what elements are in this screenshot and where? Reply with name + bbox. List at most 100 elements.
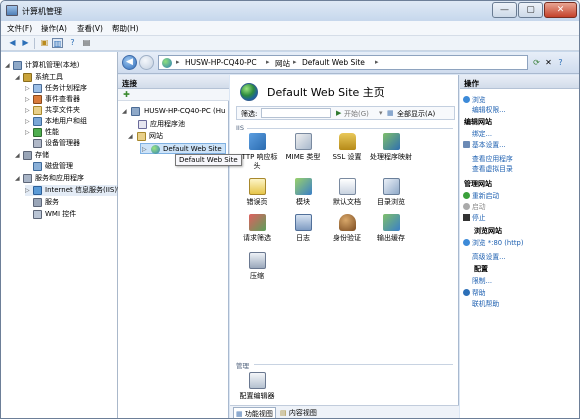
collapse-icon[interactable]: ◢ [128, 131, 133, 142]
stop-icon[interactable]: ✕ [543, 57, 554, 68]
toolbar-separator [34, 38, 35, 49]
expand-icon[interactable]: ▷ [25, 127, 30, 138]
conn-default-site[interactable]: ▷ Default Web Site [140, 143, 226, 154]
close-button[interactable]: ✕ [544, 2, 577, 18]
feature-label: 请求筛选 [243, 234, 271, 242]
feature-error-page[interactable]: 错误页 [236, 178, 278, 207]
filter-input[interactable] [261, 108, 331, 118]
connections-pane: 连接 ✚ ◢ HUSW-HP-CQ40-PC (Hu 应用程序池 ◢ 网站 ▷ [118, 75, 229, 418]
edit-site-heading: 编辑网站 [464, 118, 492, 126]
actions-header: 操作 [460, 75, 579, 89]
feature-output-cache[interactable]: 输出缓存 [370, 214, 412, 243]
help-icon[interactable]: ? [555, 57, 566, 68]
action-bindings[interactable]: 绑定... [472, 128, 492, 138]
collapse-icon[interactable]: ◢ [122, 106, 127, 117]
feature-label: 日志 [296, 234, 310, 242]
request-filter-icon [248, 214, 266, 231]
menu-file[interactable]: 文件(F) [7, 23, 32, 34]
action-online-help[interactable]: 联机帮助 [472, 298, 499, 308]
action-view-apps[interactable]: 查看应用程序 [472, 153, 513, 163]
tree-label: 计算机管理(本地) [25, 61, 80, 69]
action-browse-80[interactable]: 浏览 *:80 (http) [472, 237, 524, 247]
menu-action[interactable]: 操作(A) [41, 23, 67, 34]
expand-icon[interactable]: ▷ [25, 116, 30, 127]
show-tree-icon[interactable]: ▥ [52, 38, 63, 48]
expand-icon[interactable]: ▷ [25, 185, 30, 196]
back-arrow-icon[interactable]: ◀ [7, 38, 18, 48]
action-restart[interactable]: 重新启动 [472, 190, 499, 200]
tab-features-view[interactable]: ▦ 功能视图 [233, 407, 276, 418]
collapse-icon[interactable]: ◢ [15, 150, 20, 161]
actions-pane: 操作 浏览 编辑权限... 编辑网站 绑定... 基本设置... 查看应用程序 … [460, 75, 579, 418]
expand-icon[interactable]: ▷ [25, 94, 30, 105]
menu-help[interactable]: 帮助(H) [112, 23, 139, 34]
action-start[interactable]: 启动 [472, 201, 486, 211]
expand-icon[interactable]: ▷ [142, 144, 147, 155]
feature-label: MIME 类型 [285, 153, 321, 161]
refresh-icon[interactable]: ⟳ [531, 57, 542, 68]
help-icon[interactable]: ? [67, 38, 78, 48]
forward-arrow-icon[interactable]: ▶ [20, 38, 31, 48]
tree-label: 网站 [149, 132, 163, 140]
title-bar[interactable]: 计算机管理 — ▢ ✕ [1, 1, 579, 21]
action-limits[interactable]: 限制... [472, 275, 492, 285]
nav-back-button[interactable]: ◀ [122, 55, 137, 70]
maximize-button[interactable]: ▢ [518, 2, 543, 18]
crumb-sites[interactable]: 网站 [275, 58, 290, 69]
feature-lock[interactable]: SSL 设置 [326, 133, 368, 162]
up-folder-icon[interactable]: ▣ [39, 38, 50, 48]
connect-icon[interactable]: ✚ [121, 90, 132, 100]
expand-icon[interactable]: ▷ [25, 105, 30, 116]
tree-label: 系统工具 [35, 73, 63, 81]
start-icon [463, 203, 470, 210]
console-tree: ◢ 计算机管理(本地) ◢ 系统工具 ▷ 任务计划程序 ▷ 事件查看器 ▷ 共享文件夹 ▷ 本地用户和… [1, 52, 124, 418]
go-icon[interactable]: ▶ [336, 109, 341, 117]
minimize-button[interactable]: — [492, 2, 517, 18]
action-help[interactable]: 帮助 [472, 287, 486, 297]
connections-header: 连接 [118, 75, 229, 89]
manage-site-heading: 管理网站 [464, 180, 492, 188]
view-tabs: ▦ 功能视图 ▤ 内容视图 [230, 405, 459, 418]
go-button[interactable]: 开始(G) [344, 109, 369, 119]
feature-dir-browse[interactable]: 目录浏览 [370, 178, 412, 207]
http-headers-icon [248, 133, 266, 150]
collapse-icon[interactable]: ◢ [5, 60, 10, 71]
action-edit-permissions[interactable]: 编辑权限... [472, 104, 506, 114]
address-bar[interactable]: ▸ HUSW-HP-CQ40-PC ▸ 网站 ▸ Default Web Sit… [158, 55, 528, 70]
feature-default-doc[interactable]: 默认文档 [326, 178, 368, 207]
feature-modules[interactable]: 模块 [282, 178, 324, 207]
properties-icon[interactable]: ▤ [81, 38, 92, 48]
dropdown-icon[interactable]: ▾ [379, 109, 383, 117]
menu-view[interactable]: 查看(V) [77, 23, 103, 34]
collapse-icon[interactable]: ◢ [15, 72, 20, 83]
feature-compression[interactable]: 压缩 [236, 252, 278, 281]
feature-auth[interactable]: 身份验证 [326, 214, 368, 243]
tab-content-view[interactable]: ▤ 内容视图 [278, 407, 319, 418]
action-stop[interactable]: 停止 [472, 212, 486, 222]
feature-request-filter[interactable]: 请求筛选 [236, 214, 278, 243]
globe-icon [151, 145, 160, 154]
tree-label: 性能 [45, 128, 59, 136]
feature-label: 错误页 [246, 198, 268, 206]
help-icon [463, 289, 470, 296]
nav-forward-button[interactable] [139, 55, 154, 70]
feature-label: 输出缓存 [377, 234, 405, 242]
tree-iis[interactable]: ▷ Internet 信息服务(IIS)管 [25, 185, 124, 196]
feature-config-editor[interactable]: 配置编辑器 [236, 372, 278, 401]
action-advanced-settings[interactable]: 高级设置... [472, 251, 506, 261]
crumb-server[interactable]: HUSW-HP-CQ40-PC [185, 58, 257, 67]
action-browse[interactable]: 浏览 [472, 94, 486, 104]
computer-icon [13, 61, 22, 70]
feature-mime[interactable]: MIME 类型 [282, 133, 324, 162]
action-view-vdirs[interactable]: 查看虚拟目录 [472, 163, 513, 173]
collapse-icon[interactable]: ◢ [15, 173, 20, 184]
crumb-site[interactable]: Default Web Site [302, 58, 365, 67]
feature-http-headers[interactable]: HTTP 响应标头 [236, 133, 278, 171]
feature-log[interactable]: 日志 [282, 214, 324, 243]
iis-icon [33, 186, 42, 195]
expand-icon[interactable]: ▷ [25, 83, 30, 94]
action-basic-settings[interactable]: 基本设置... [472, 139, 506, 149]
show-all-button[interactable]: 全部显示(A) [397, 109, 435, 119]
feature-handler[interactable]: 处理程序映射 [370, 133, 412, 162]
disk-icon [33, 162, 42, 171]
